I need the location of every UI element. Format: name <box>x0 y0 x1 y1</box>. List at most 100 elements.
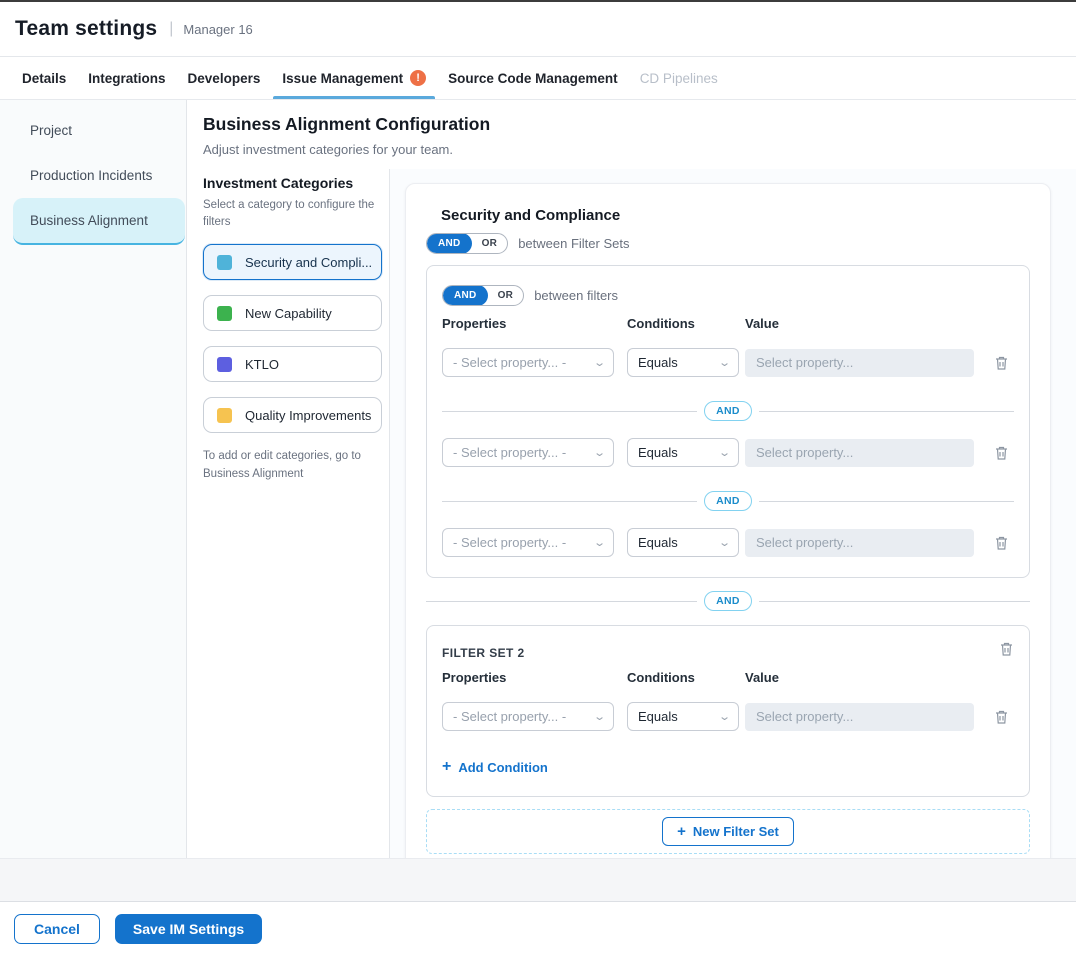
filter-panel-title: Security and Compliance <box>441 207 1030 224</box>
tab-bar: Details Integrations Developers Issue Ma… <box>0 57 1076 100</box>
settings-sidebar: Project Production Incidents Business Al… <box>0 100 187 858</box>
chevron-down-icon: ⌄ <box>718 536 731 549</box>
new-filter-set-button[interactable]: + New Filter Set <box>662 817 794 846</box>
category-label: Security and Compli... <box>245 255 380 270</box>
category-new-capability[interactable]: New Capability <box>203 295 382 331</box>
column-headers: Properties Conditions Value <box>442 316 1014 331</box>
section-subtitle: Adjust investment categories for your te… <box>203 142 1060 157</box>
cancel-button[interactable]: Cancel <box>14 914 100 944</box>
value-input[interactable] <box>745 703 974 731</box>
categories-title: Investment Categories <box>203 175 381 191</box>
main-body: Investment Categories Select a category … <box>187 169 1076 858</box>
between-sets-toggle-row: AND OR between Filter Sets <box>426 233 1030 254</box>
warning-badge-icon: ! <box>410 70 426 86</box>
sidebar-item-business-alignment[interactable]: Business Alignment <box>13 198 185 245</box>
category-color-swatch <box>217 306 232 321</box>
toggle-and-option[interactable]: AND <box>443 285 488 306</box>
value-header: Value <box>745 316 779 331</box>
value-header: Value <box>745 670 779 685</box>
section-title: Business Alignment Configuration <box>203 114 1060 135</box>
filter-row: - Select property... - ⌄ Equals ⌄ <box>442 438 1014 467</box>
category-ktlo[interactable]: KTLO <box>203 346 382 382</box>
chevron-down-icon: ⌄ <box>718 356 731 369</box>
conditions-header: Conditions <box>627 316 745 331</box>
properties-header: Properties <box>442 670 627 685</box>
title-separator: | <box>169 20 173 38</box>
add-condition-button[interactable]: + Add Condition <box>442 758 548 776</box>
filter-row: - Select property... - ⌄ Equals ⌄ <box>442 702 1014 731</box>
tab-integrations[interactable]: Integrations <box>77 57 176 99</box>
sidebar-item-project[interactable]: Project <box>0 108 186 153</box>
footer-spacer <box>0 858 1076 901</box>
delete-row-icon[interactable] <box>994 709 1009 725</box>
category-label: Quality Improvements <box>245 408 379 423</box>
page-title: Team settings <box>15 17 157 41</box>
chevron-down-icon: ⌄ <box>593 446 606 459</box>
tab-issue-management[interactable]: Issue Management ! <box>271 57 437 99</box>
chevron-down-icon: ⌄ <box>593 356 606 369</box>
between-filters-toggle-row: AND OR between filters <box>442 285 1014 306</box>
category-security-and-compliance[interactable]: Security and Compli... <box>203 244 382 280</box>
and-or-toggle-filters[interactable]: AND OR <box>442 285 524 306</box>
delete-row-icon[interactable] <box>994 355 1009 371</box>
property-select[interactable]: - Select property... - ⌄ <box>442 702 614 731</box>
filter-row: - Select property... - ⌄ Equals ⌄ <box>442 528 1014 557</box>
row-connector: AND <box>442 401 1014 421</box>
condition-select[interactable]: Equals ⌄ <box>627 438 739 467</box>
condition-select[interactable]: Equals ⌄ <box>627 348 739 377</box>
filter-set-2: FILTER SET 2 Properties Conditions Value <box>426 625 1030 797</box>
tab-developers[interactable]: Developers <box>177 57 272 99</box>
category-label: KTLO <box>245 357 287 372</box>
condition-select[interactable]: Equals ⌄ <box>627 528 739 557</box>
between-filters-label: between filters <box>534 288 618 303</box>
conditions-header: Conditions <box>627 670 745 685</box>
property-select[interactable]: - Select property... - ⌄ <box>442 528 614 557</box>
categories-footnote: To add or edit categories, go to Busines… <box>203 448 373 483</box>
and-connector-pill: AND <box>704 401 752 421</box>
delete-row-icon[interactable] <box>994 445 1009 461</box>
delete-filter-set-icon[interactable] <box>999 641 1014 657</box>
and-or-toggle-sets[interactable]: AND OR <box>426 233 508 254</box>
category-quality-improvements[interactable]: Quality Improvements <box>203 397 382 433</box>
row-connector: AND <box>442 491 1014 511</box>
condition-select[interactable]: Equals ⌄ <box>627 702 739 731</box>
chevron-down-icon: ⌄ <box>718 710 731 723</box>
set-connector: AND <box>426 591 1030 611</box>
investment-categories-panel: Investment Categories Select a category … <box>187 169 390 858</box>
property-select[interactable]: - Select property... - ⌄ <box>442 438 614 467</box>
category-color-swatch <box>217 255 232 270</box>
filter-set-1: AND OR between filters Properties Condit… <box>426 265 1030 578</box>
new-filter-set-dropzone: + New Filter Set <box>426 809 1030 854</box>
filter-panel-wrap: Security and Compliance AND OR between F… <box>390 169 1076 858</box>
toggle-and-option[interactable]: AND <box>427 233 472 254</box>
page-header: Team settings | Manager 16 <box>0 2 1076 57</box>
column-headers: Properties Conditions Value <box>442 670 1014 685</box>
value-input[interactable] <box>745 349 974 377</box>
between-sets-label: between Filter Sets <box>518 236 629 251</box>
main-panel: Business Alignment Configuration Adjust … <box>187 100 1076 858</box>
filter-set-2-header: FILTER SET 2 <box>442 641 1014 660</box>
value-input[interactable] <box>745 439 974 467</box>
save-im-settings-button[interactable]: Save IM Settings <box>115 914 262 944</box>
footer-action-bar: Cancel Save IM Settings <box>0 901 1076 956</box>
tab-source-code-management[interactable]: Source Code Management <box>437 57 629 99</box>
content-area: Project Production Incidents Business Al… <box>0 100 1076 858</box>
plus-icon: + <box>677 823 686 840</box>
plus-icon: + <box>442 758 451 776</box>
categories-hint: Select a category to configure the filte… <box>203 197 381 230</box>
main-header: Business Alignment Configuration Adjust … <box>187 100 1076 169</box>
and-connector-pill: AND <box>704 591 752 611</box>
chevron-down-icon: ⌄ <box>593 536 606 549</box>
toggle-or-option[interactable]: OR <box>472 238 508 249</box>
toggle-or-option[interactable]: OR <box>488 290 524 301</box>
chevron-down-icon: ⌄ <box>718 446 731 459</box>
tab-cd-pipelines[interactable]: CD Pipelines <box>629 57 729 99</box>
tab-details[interactable]: Details <box>11 57 77 99</box>
properties-header: Properties <box>442 316 627 331</box>
value-input[interactable] <box>745 529 974 557</box>
category-color-swatch <box>217 357 232 372</box>
sidebar-item-production-incidents[interactable]: Production Incidents <box>0 153 186 198</box>
delete-row-icon[interactable] <box>994 535 1009 551</box>
chevron-down-icon: ⌄ <box>593 710 606 723</box>
property-select[interactable]: - Select property... - ⌄ <box>442 348 614 377</box>
